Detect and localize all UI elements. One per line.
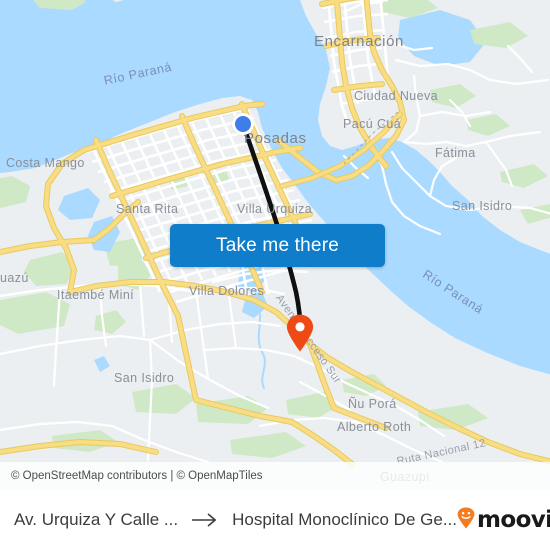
origin-location-dot[interactable]	[232, 113, 254, 135]
map-attribution-bar: © OpenStreetMap contributors | © OpenMap…	[0, 462, 550, 490]
moovit-pin-icon	[457, 507, 475, 534]
moovit-map-screen: Río Paraná Río Paraná Encarnación Posadas Ci…	[0, 0, 550, 550]
trip-destination-label[interactable]: Hospital Monoclínico De Ge...	[232, 510, 457, 530]
moovit-wordmark: moovit	[477, 507, 550, 533]
destination-pin-icon[interactable]	[286, 314, 314, 352]
map-canvas[interactable]: Río Paraná Río Paraná Encarnación Posadas Ci…	[0, 0, 550, 490]
trip-summary-bar: Av. Urquiza Y Calle ... Hospital Monoclí…	[0, 490, 550, 550]
take-me-there-button[interactable]: Take me there	[170, 224, 385, 267]
trip-origin-label[interactable]: Av. Urquiza Y Calle ...	[14, 510, 178, 530]
moovit-logo[interactable]: moovit	[457, 507, 550, 534]
attribution-text[interactable]: © OpenStreetMap contributors | © OpenMap…	[11, 470, 263, 482]
take-me-there-label: Take me there	[216, 234, 339, 256]
arrow-right-icon	[192, 513, 218, 527]
